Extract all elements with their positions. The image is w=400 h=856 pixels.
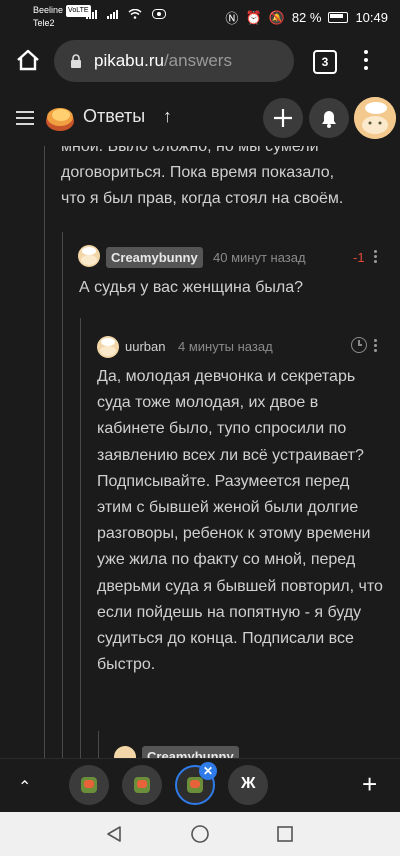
tab-button[interactable] <box>122 765 162 805</box>
system-nav-bar <box>0 812 400 856</box>
recents-icon[interactable] <box>275 824 295 844</box>
battery-icon <box>328 12 349 23</box>
thread-line <box>62 232 63 758</box>
url-domain: pikabu.ru <box>94 51 164 70</box>
comments-thread: мной. Было сложно, но мы сумели договори… <box>0 146 400 758</box>
avatar-image <box>100 338 116 356</box>
comment-author[interactable]: uurban <box>125 339 165 354</box>
comment-menu-icon[interactable] <box>374 339 378 354</box>
thread-line <box>44 146 45 758</box>
close-tab-icon[interactable]: ✕ <box>199 762 217 780</box>
mute-icon: 🔕 <box>268 9 285 25</box>
page-title: Ответы <box>83 106 146 126</box>
tab-button[interactable] <box>69 765 109 805</box>
user-avatar[interactable] <box>354 97 396 139</box>
tab-count-button[interactable]: 3 <box>313 50 337 74</box>
carrier1: Beeline <box>33 5 64 15</box>
comment-text: Да, молодая девчонка и секретарь суда то… <box>97 368 383 674</box>
home-icon[interactable] <box>14 46 42 74</box>
home-nav-icon[interactable] <box>190 824 210 844</box>
comment-avatar[interactable] <box>97 336 119 358</box>
carrier2: Tele2 <box>33 18 55 28</box>
pikabu-logo[interactable] <box>44 102 76 134</box>
scroll-up-icon[interactable]: ↑ <box>163 106 172 127</box>
tab-button[interactable]: Ж <box>228 765 268 805</box>
text-line: договориться. Пока время показало, <box>61 164 335 181</box>
comment-menu-icon[interactable] <box>374 250 378 265</box>
clock-text: 10:49 <box>355 10 388 25</box>
pikabu-favicon-icon <box>187 777 203 793</box>
thread-line <box>80 318 81 758</box>
avatar-image <box>354 97 396 139</box>
signal-2-icon <box>107 10 118 19</box>
signal-icon <box>86 10 97 19</box>
status-right: Ⓝ ⏰ 🔕 82 % 10:49 <box>225 8 388 27</box>
pikabu-favicon-icon <box>134 777 150 793</box>
back-icon[interactable] <box>104 824 124 844</box>
url-text[interactable]: pikabu.ru/answers <box>94 51 232 71</box>
address-bar[interactable]: pikabu.ru/answers <box>54 40 294 82</box>
previous-comment-text: мной. Было сложно, но мы сумели договори… <box>61 146 391 212</box>
chevron-up-icon[interactable]: ⌃ <box>18 777 31 797</box>
bell-icon <box>322 111 336 128</box>
tab-strip: ⌃ ✕ Ж + <box>0 758 400 813</box>
url-path: /answers <box>163 51 232 70</box>
pikabu-favicon-icon <box>81 777 97 793</box>
cast-icon <box>152 9 166 19</box>
lock-icon <box>71 54 81 68</box>
carrier-info: Beeline VoLTE Tele2 <box>33 4 91 29</box>
notifications-button[interactable] <box>309 98 349 138</box>
plus-icon <box>274 109 292 127</box>
thread-line <box>98 731 99 758</box>
comment-time: 40 минут назад <box>213 250 306 265</box>
alarm-icon: ⏰ <box>245 9 262 25</box>
comment-author[interactable]: Creamybunny <box>106 247 203 268</box>
signal-icons <box>86 9 166 19</box>
browser-menu-icon[interactable] <box>364 50 370 74</box>
clock-icon <box>351 337 367 353</box>
comment-time: 4 минуты назад <box>178 339 273 354</box>
tab-favicon-text: Ж <box>241 775 256 792</box>
wifi-icon <box>128 9 142 19</box>
comment-avatar[interactable] <box>114 746 136 758</box>
text-line: мной. Было сложно, но мы сумели <box>61 146 319 155</box>
add-post-button[interactable] <box>263 98 303 138</box>
nfc-icon: Ⓝ <box>225 11 239 26</box>
comment-text: А судья у вас женщина была? <box>79 279 303 296</box>
comment-score: -1 <box>353 250 365 265</box>
app-bar: Ответы ↑ <box>0 90 400 146</box>
menu-icon[interactable] <box>16 111 34 129</box>
comment-author[interactable]: Creamybunny <box>142 746 239 758</box>
battery-text: 82 % <box>291 10 322 25</box>
next-comment-header: Creamybunny <box>114 746 394 758</box>
text-line: что я был прав, когда стоял на своём. <box>61 190 344 207</box>
avatar-image <box>81 247 97 265</box>
status-bar: Beeline VoLTE Tele2 Ⓝ ⏰ 🔕 82 % 10:49 <box>0 0 400 32</box>
new-tab-button[interactable]: + <box>362 769 377 800</box>
comment-avatar[interactable] <box>78 245 100 267</box>
browser-toolbar: pikabu.ru/answers 3 <box>0 32 400 90</box>
